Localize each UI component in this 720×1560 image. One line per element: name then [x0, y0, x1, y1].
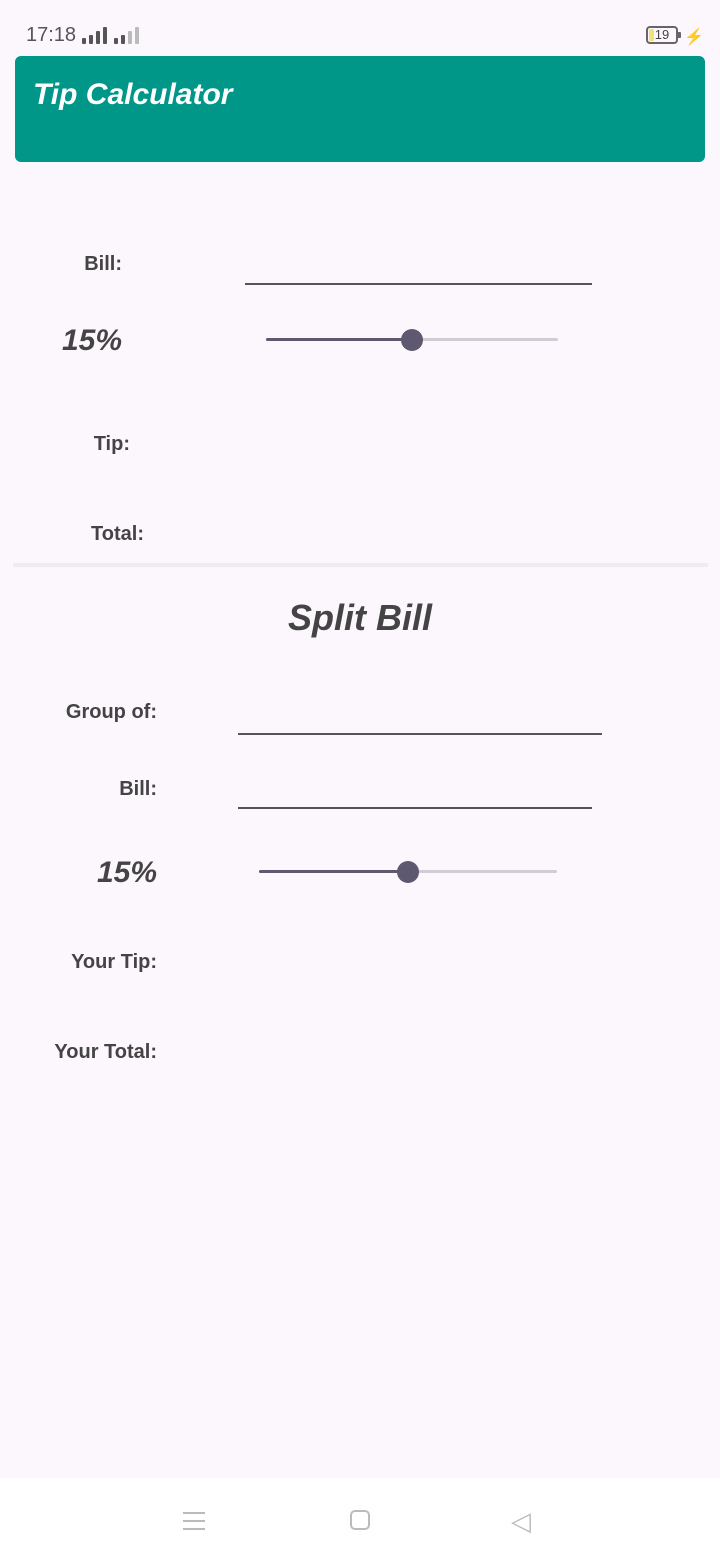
split-percent-label: 15%: [96, 856, 157, 889]
signal-secondary-icon: [114, 27, 139, 44]
group-size-input[interactable]: [238, 705, 602, 735]
charging-icon: ⚡: [684, 29, 704, 46]
slider-thumb[interactable]: [401, 329, 423, 351]
back-icon[interactable]: ◁: [511, 1508, 531, 1534]
split-bill-title: Split Bill: [288, 597, 432, 638]
bill-label: Bill:: [84, 253, 122, 275]
status-time: 17:18: [26, 24, 77, 46]
menu-icon[interactable]: [183, 1512, 205, 1530]
signal-icon: [82, 27, 107, 44]
tip-label: Tip:: [93, 433, 130, 455]
battery-icon: 19: [646, 26, 681, 44]
slider-thumb[interactable]: [397, 861, 419, 883]
bill-input[interactable]: [245, 255, 592, 285]
section-divider: [13, 563, 708, 567]
total-label: Total:: [91, 523, 144, 545]
split-bill-input[interactable]: [238, 779, 592, 809]
home-icon[interactable]: [350, 1510, 370, 1530]
app-title: Tip Calculator: [33, 78, 233, 111]
split-percent-slider[interactable]: [259, 860, 557, 884]
screen: 17:18 19 ⚡ Tip Calculator Bill: 15% Tip:…: [0, 0, 720, 1560]
tip-percent-label: 15%: [61, 324, 122, 357]
your-tip-label: Your Tip:: [71, 951, 157, 973]
battery-level: 19: [654, 27, 670, 42]
slider-fill: [266, 338, 412, 341]
app-bar: Tip Calculator: [15, 56, 705, 162]
group-label: Group of:: [65, 701, 157, 723]
split-bill-label: Bill:: [119, 778, 157, 800]
tip-percent-slider[interactable]: [266, 328, 558, 352]
your-total-label: Your Total:: [54, 1041, 157, 1063]
navigation-bar: ◁: [0, 1478, 720, 1560]
slider-fill: [259, 870, 408, 873]
status-bar: 17:18 19 ⚡: [0, 0, 720, 56]
